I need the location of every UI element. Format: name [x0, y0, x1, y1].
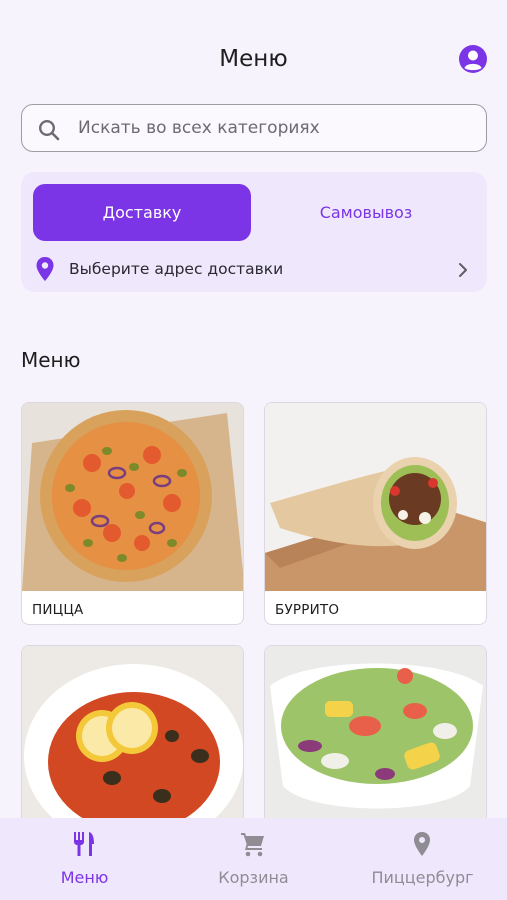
delivery-address-row[interactable]: Выберите адрес доставки	[33, 252, 475, 286]
nav-label-restaurant: Пиццербург	[371, 868, 474, 887]
location-pin-icon	[36, 257, 54, 281]
delivery-mode-card: Доставку Самовывоз Выберите адрес достав…	[21, 172, 487, 292]
profile-icon[interactable]	[458, 44, 488, 74]
chevron-right-icon	[459, 263, 467, 277]
nav-item-restaurant[interactable]: Пиццербург	[338, 818, 507, 900]
location-pin-icon	[414, 832, 430, 856]
tab-delivery[interactable]: Доставку	[33, 184, 251, 241]
category-label: БУРРИТО	[275, 602, 340, 618]
app-header: Меню	[0, 0, 507, 100]
nav-item-cart[interactable]: Корзина	[169, 818, 338, 900]
nav-label-menu: Меню	[60, 868, 109, 887]
fork-knife-icon	[74, 832, 94, 856]
salad-image	[265, 646, 486, 834]
search-icon	[38, 119, 60, 141]
bottom-navigation: Меню Корзина Пиццербург	[0, 818, 507, 900]
category-card-pizza[interactable]: ПИЦЦА	[21, 402, 244, 625]
burrito-image	[265, 403, 486, 591]
page-title: Меню	[219, 46, 288, 72]
soup-image	[22, 646, 243, 834]
nav-label-cart: Корзина	[218, 868, 289, 887]
pizza-image	[22, 403, 243, 591]
menu-section-title: Меню	[21, 348, 81, 372]
tab-pickup[interactable]: Самовывоз	[257, 184, 475, 241]
search-bar[interactable]	[21, 104, 487, 152]
delivery-address-label: Выберите адрес доставки	[69, 260, 284, 278]
cart-icon	[241, 833, 264, 857]
nav-item-menu[interactable]: Меню	[0, 818, 169, 900]
category-label: ПИЦЦА	[32, 602, 84, 618]
category-card-burrito[interactable]: БУРРИТО	[264, 402, 487, 625]
search-input[interactable]	[78, 105, 472, 151]
